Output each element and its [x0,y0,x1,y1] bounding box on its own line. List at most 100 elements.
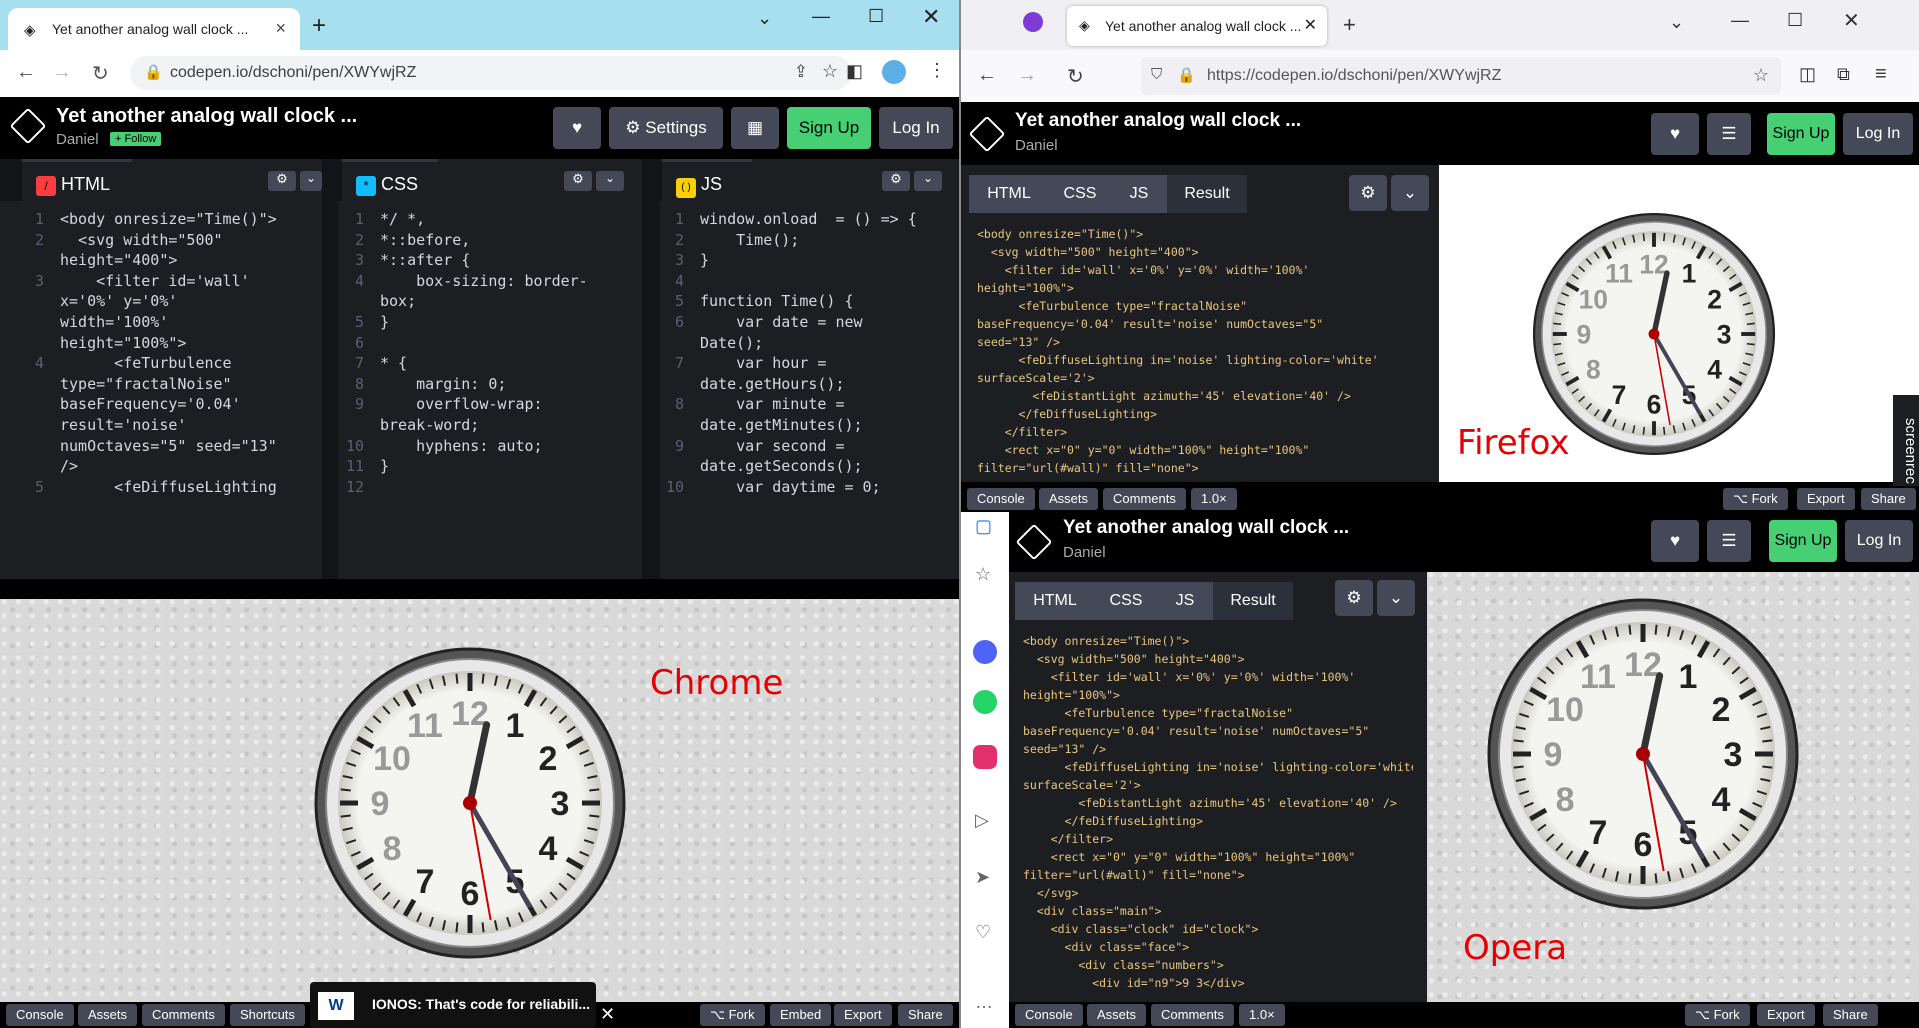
codepen-logo-icon[interactable] [968,115,1006,153]
extensions-icon[interactable]: ⧉ [1837,64,1850,85]
layout-button[interactable]: ☰ [1707,520,1751,562]
list-tabs-icon[interactable]: ⌄ [1669,12,1684,33]
layout-button[interactable]: ▦ [731,107,779,149]
author-name[interactable]: Daniel [1015,137,1058,154]
console-button[interactable]: Console [1015,1004,1083,1026]
tab-html[interactable]: HTML [1015,582,1095,620]
heart-button[interactable]: ♥ [1651,520,1699,562]
messenger-icon[interactable] [973,640,997,664]
star-icon[interactable]: ☆ [975,564,991,585]
assets-button[interactable]: Assets [1087,1004,1147,1026]
reload-icon[interactable]: ↻ [1067,64,1084,89]
maximize-icon[interactable]: ☐ [1787,10,1803,31]
comments-button[interactable]: Comments [142,1004,225,1026]
back-icon[interactable]: ← [16,61,36,84]
firefox-tab[interactable]: ◈ Yet another analog wall clock ... ✕ [1067,6,1327,46]
fork-button[interactable]: ⌥ Fork [1723,488,1788,510]
forward-icon[interactable]: → [1017,64,1037,87]
author-name[interactable]: Daniel [56,131,99,148]
star-icon[interactable]: ☆ [822,61,838,82]
js-code[interactable]: 1 window.onload = () => {2 Time(); 3} 4 5 fun… [662,209,959,497]
share-button[interactable]: Share [898,1004,953,1026]
heart-button[interactable]: ♥ [553,107,601,149]
login-button[interactable]: Log In [879,107,953,149]
tab-js[interactable]: JS [1111,175,1167,213]
close-ad-icon[interactable]: ✕ [600,1004,615,1025]
console-button[interactable]: Console [967,488,1035,510]
sidebar-app-icon[interactable]: ▢ [975,516,992,537]
pane-resizer[interactable] [642,159,660,579]
editor-settings-button[interactable]: ⚙ [1349,175,1387,211]
send-icon[interactable]: ➤ [975,867,990,888]
close-tab-icon[interactable]: ✕ [1304,15,1317,35]
html-code[interactable]: <body onresize="Time()"> <svg width="500… [1023,632,1413,992]
back-icon[interactable]: ← [977,64,997,87]
shortcuts-button[interactable]: Shortcuts [230,1004,305,1026]
menu-icon[interactable]: ≡ [1875,63,1887,86]
url-field[interactable]: 🔒 codepen.io/dschoni/pen/XWYwjRZ ⇪ ☆ [130,56,852,90]
sidepanel-icon[interactable]: ◧ [846,61,863,82]
settings-button[interactable]: ⚙ Settings [609,107,723,149]
follow-button[interactable]: + Follow [110,132,162,146]
css-pane-tab[interactable]: * CSS [342,159,438,201]
minimize-icon[interactable]: — [1731,10,1749,31]
minimize-icon[interactable]: — [812,6,830,27]
html-code[interactable]: 1 <body onresize="Time()"> 2 <svg width="5… [22,209,322,497]
export-button[interactable]: Export [1757,1004,1815,1026]
pane-collapse-icon[interactable]: ⌄ [914,171,942,191]
pane-resizer[interactable] [322,159,338,579]
tab-js[interactable]: JS [1157,582,1213,620]
codepen-logo-icon[interactable] [9,107,47,145]
pane-collapse-icon[interactable]: ⌄ [300,171,322,191]
firefox-view-icon[interactable] [1023,12,1043,32]
html-code[interactable]: <body onresize="Time()"> <svg width="500… [977,225,1417,477]
heart-icon[interactable]: ♡ [975,922,991,943]
layout-button[interactable]: ☰ [1707,113,1751,155]
signup-button[interactable]: Sign Up [1767,113,1835,155]
css-code[interactable]: 1 */ *, 2 *::before, 3 *::after {4 box-sizing… [342,209,642,497]
new-tab-icon[interactable]: + [1343,12,1356,38]
login-button[interactable]: Log In [1845,520,1913,562]
url-field[interactable]: ⛉ 🔒 https://codepen.io/dschoni/pen/XWYwj… [1141,57,1781,95]
pane-settings-icon[interactable]: ⚙ [564,171,592,191]
signup-button[interactable]: Sign Up [787,107,871,149]
player-icon[interactable]: ▷ [975,810,989,831]
avatar[interactable] [882,60,906,84]
fork-button[interactable]: ⌥ Fork [1685,1004,1750,1026]
comments-button[interactable]: Comments [1151,1004,1234,1026]
collapse-button[interactable]: ⌄ [1391,175,1429,211]
html-pane-tab[interactable]: / HTML [22,159,132,201]
signup-button[interactable]: Sign Up [1769,520,1837,562]
new-tab-icon[interactable]: + [312,12,326,40]
ad-banner[interactable]: W IONOS: That's code for reliabili... [310,982,596,1028]
tab-result[interactable]: Result [1167,175,1247,213]
share-button[interactable]: Share [1861,488,1916,510]
chrome-tab[interactable]: ◈ Yet another analog wall clock ... × [8,8,300,50]
star-icon[interactable]: ☆ [1753,65,1769,86]
heart-button[interactable]: ♥ [1651,113,1699,155]
collapse-button[interactable]: ⌄ [1377,580,1415,616]
editor-settings-button[interactable]: ⚙ [1335,580,1373,616]
export-button[interactable]: Export [1797,488,1855,510]
result-resizer[interactable] [0,579,959,599]
js-pane-tab[interactable]: ( ) JS [662,159,752,201]
whatsapp-icon[interactable] [973,690,997,714]
comments-button[interactable]: Comments [1103,488,1186,510]
export-button[interactable]: Export [834,1004,892,1026]
tab-search-icon[interactable]: ⌄ [757,8,772,29]
tab-css[interactable]: CSS [1049,175,1111,213]
close-window-icon[interactable]: ✕ [1843,8,1860,33]
codepen-logo-icon[interactable] [1015,523,1053,561]
pane-settings-icon[interactable]: ⚙ [268,171,296,191]
share-icon[interactable]: ⇪ [794,62,808,82]
tab-html[interactable]: HTML [969,175,1049,213]
login-button[interactable]: Log In [1843,113,1913,155]
instagram-icon[interactable] [973,745,997,769]
pane-collapse-icon[interactable]: ⌄ [596,171,624,191]
embed-button[interactable]: Embed [770,1004,832,1026]
close-tab-icon[interactable]: × [275,18,286,39]
tab-result[interactable]: Result [1213,582,1293,620]
console-button[interactable]: Console [6,1004,74,1026]
pane-settings-icon[interactable]: ⚙ [882,171,910,191]
pocket-icon[interactable]: ◫ [1799,64,1816,85]
